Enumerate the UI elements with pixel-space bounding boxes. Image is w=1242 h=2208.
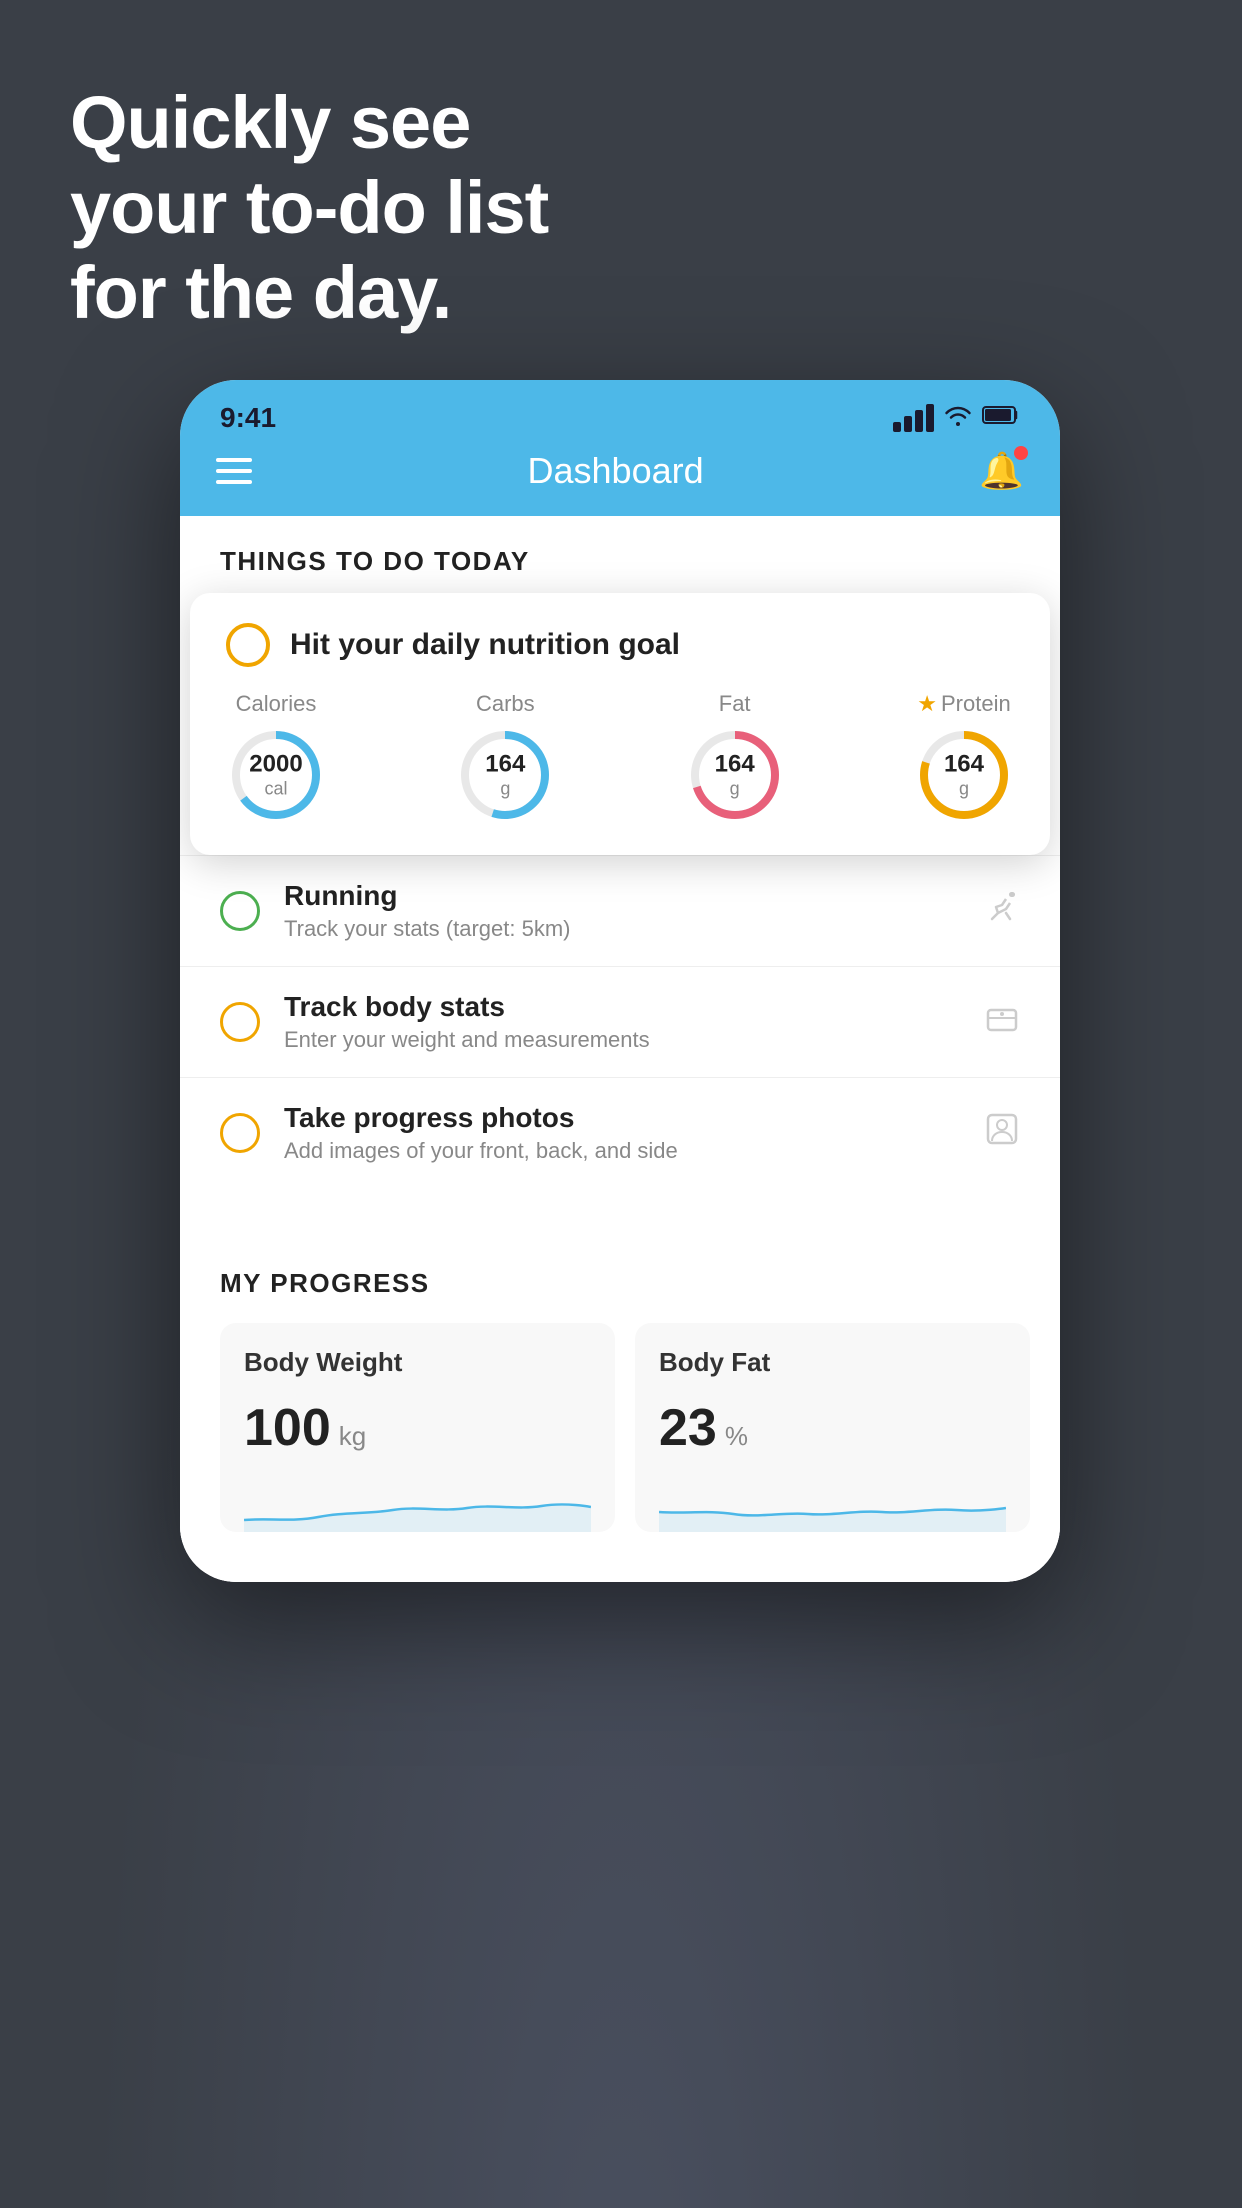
- body-weight-card[interactable]: Body Weight 100 kg: [220, 1323, 615, 1532]
- macro-calories: Calories 2000 cal: [226, 691, 326, 825]
- nutrition-card[interactable]: Hit your daily nutrition goal Calories: [190, 593, 1050, 855]
- body-fat-value: 23: [659, 1398, 717, 1458]
- status-bar: 9:41: [180, 380, 1060, 440]
- wifi-icon: [944, 404, 972, 432]
- todo-desc-running: Track your stats (target: 5km): [284, 916, 960, 942]
- bell-icon[interactable]: 🔔: [979, 450, 1024, 492]
- macro-protein-value: 164 g: [944, 751, 984, 800]
- body-fat-title: Body Fat: [659, 1347, 1006, 1378]
- todo-circle-body-stats: [220, 1002, 260, 1042]
- todo-content-running: Running Track your stats (target: 5km): [284, 880, 960, 942]
- hamburger-menu[interactable]: [216, 458, 252, 484]
- nutrition-card-header: Hit your daily nutrition goal: [226, 623, 1014, 667]
- hero-line2: your to-do list: [70, 165, 548, 250]
- body-weight-title: Body Weight: [244, 1347, 591, 1378]
- todo-desc-photos: Add images of your front, back, and side: [284, 1138, 960, 1164]
- todo-item-body-stats[interactable]: Track body stats Enter your weight and m…: [180, 966, 1060, 1077]
- phone-mockup: 9:41: [180, 380, 1060, 1582]
- macro-protein: ★ Protein 164 g: [914, 691, 1014, 825]
- body-weight-value: 100: [244, 1398, 331, 1458]
- content-area: THINGS TO DO TODAY Hit your daily nutrit…: [180, 516, 1060, 1582]
- macro-calories-label: Calories: [236, 691, 317, 717]
- macro-protein-ring: 164 g: [914, 725, 1014, 825]
- todo-name-body-stats: Track body stats: [284, 991, 960, 1023]
- progress-cards: Body Weight 100 kg Body Fat: [220, 1323, 1030, 1532]
- hero-line3: for the day.: [70, 250, 548, 335]
- macro-protein-label: Protein: [941, 691, 1011, 717]
- macro-fat-value: 164 g: [715, 751, 755, 800]
- protein-star-icon: ★: [917, 691, 937, 717]
- things-today-title: THINGS TO DO TODAY: [220, 546, 1020, 577]
- hero-line1: Quickly see: [70, 80, 548, 165]
- body-fat-card[interactable]: Body Fat 23 %: [635, 1323, 1030, 1532]
- signal-icon: [893, 404, 934, 432]
- macro-calories-value: 2000 cal: [249, 751, 302, 800]
- macro-carbs-ring: 164 g: [455, 725, 555, 825]
- things-today-header: THINGS TO DO TODAY: [180, 516, 1060, 593]
- person-icon: [984, 1111, 1020, 1155]
- nutrition-circle-check: [226, 623, 270, 667]
- todo-circle-photos: [220, 1113, 260, 1153]
- macro-carbs: Carbs 164 g: [455, 691, 555, 825]
- scale-icon: [984, 1002, 1020, 1042]
- macro-fat: Fat 164 g: [685, 691, 785, 825]
- macro-fat-label: Fat: [719, 691, 751, 717]
- body-weight-chart: [244, 1482, 591, 1532]
- status-icons: [893, 404, 1020, 432]
- notification-dot: [1014, 446, 1028, 460]
- hero-text: Quickly see your to-do list for the day.: [70, 80, 548, 335]
- todo-content-photos: Take progress photos Add images of your …: [284, 1102, 960, 1164]
- nav-bar: Dashboard 🔔: [180, 440, 1060, 516]
- todo-list: Running Track your stats (target: 5km) T…: [180, 855, 1060, 1188]
- progress-title: MY PROGRESS: [220, 1268, 1030, 1299]
- running-icon: [984, 891, 1020, 931]
- todo-item-running[interactable]: Running Track your stats (target: 5km): [180, 855, 1060, 966]
- body-fat-value-row: 23 %: [659, 1398, 1006, 1458]
- nutrition-title: Hit your daily nutrition goal: [290, 628, 680, 662]
- todo-name-photos: Take progress photos: [284, 1102, 960, 1134]
- todo-desc-body-stats: Enter your weight and measurements: [284, 1027, 960, 1053]
- body-weight-unit: kg: [339, 1421, 366, 1452]
- macros-row: Calories 2000 cal: [226, 691, 1014, 825]
- macro-fat-ring: 164 g: [685, 725, 785, 825]
- macro-calories-ring: 2000 cal: [226, 725, 326, 825]
- macro-carbs-value: 164 g: [485, 751, 525, 800]
- body-weight-value-row: 100 kg: [244, 1398, 591, 1458]
- todo-item-photos[interactable]: Take progress photos Add images of your …: [180, 1077, 1060, 1188]
- battery-icon: [982, 405, 1020, 431]
- body-fat-unit: %: [725, 1421, 748, 1452]
- nav-title: Dashboard: [528, 450, 704, 492]
- progress-section: MY PROGRESS Body Weight 100 kg: [180, 1228, 1060, 1562]
- todo-name-running: Running: [284, 880, 960, 912]
- macro-carbs-label: Carbs: [476, 691, 535, 717]
- status-time: 9:41: [220, 402, 276, 434]
- todo-circle-running: [220, 891, 260, 931]
- body-fat-chart: [659, 1482, 1006, 1532]
- todo-content-body-stats: Track body stats Enter your weight and m…: [284, 991, 960, 1053]
